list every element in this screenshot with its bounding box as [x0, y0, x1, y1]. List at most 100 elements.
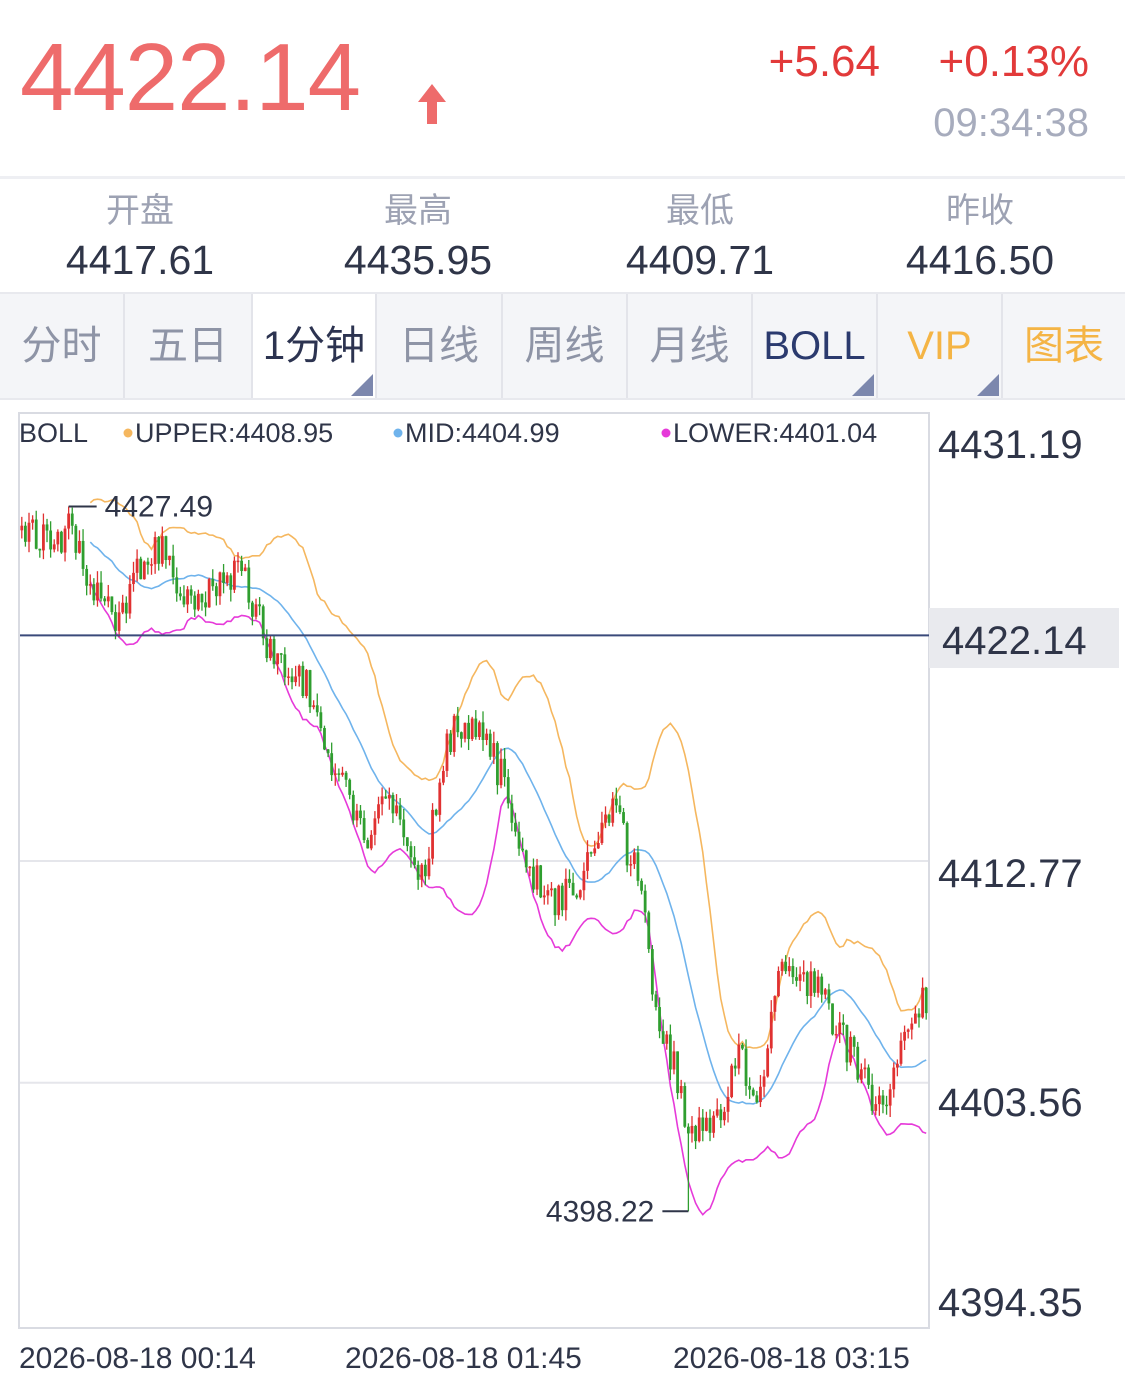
candle-body: [423, 864, 427, 877]
candle: [737, 1033, 741, 1075]
tab-weekly[interactable]: 周线: [503, 294, 628, 398]
candle-body: [888, 1089, 892, 1106]
candle-body: [366, 840, 370, 849]
candle-body: [906, 1029, 910, 1032]
candle: [723, 1106, 726, 1126]
stat-high-value: 4435.95: [343, 237, 493, 284]
candle: [535, 858, 539, 896]
candle-body: [38, 548, 42, 551]
candle-body: [514, 822, 517, 832]
candle: [823, 988, 827, 1000]
candle-body: [279, 653, 283, 655]
candle: [571, 872, 575, 896]
candle-body: [802, 972, 806, 975]
candle: [150, 558, 153, 575]
candle-body: [510, 803, 514, 823]
candle-body: [20, 525, 24, 531]
candle-body: [582, 870, 586, 891]
candle: [791, 958, 795, 985]
candle-body: [683, 1086, 687, 1127]
candle: [211, 569, 215, 591]
candle: [506, 769, 510, 809]
candle-body: [586, 852, 589, 871]
candle: [67, 506, 71, 540]
tab-intraday[interactable]: 分时: [0, 294, 125, 398]
candle-body: [294, 676, 298, 683]
candle: [560, 882, 564, 917]
stat-open-value: 4417.61: [65, 237, 215, 284]
candle: [849, 1031, 852, 1066]
candle: [355, 803, 359, 828]
candle-body: [867, 1067, 870, 1085]
candle: [802, 960, 806, 982]
candle-body: [178, 593, 182, 597]
candle: [838, 1011, 842, 1044]
candle: [719, 1103, 723, 1129]
candle-body: [409, 846, 413, 858]
candle: [146, 557, 150, 575]
tab-monthly[interactable]: 月线: [628, 294, 753, 398]
candle: [24, 521, 27, 547]
legend-lower: LOWER:4401.04: [673, 418, 877, 448]
candle: [676, 1051, 679, 1100]
candle: [892, 1062, 896, 1098]
candle: [795, 967, 798, 987]
candle-body: [532, 866, 535, 890]
candle: [564, 868, 568, 921]
candle: [910, 1017, 914, 1040]
candle: [265, 629, 269, 663]
candle: [650, 944, 654, 1001]
candle-body: [481, 722, 485, 740]
candle-body: [503, 758, 507, 778]
candle: [49, 521, 53, 558]
candle: [214, 582, 218, 606]
candle: [831, 1003, 834, 1036]
candle: [438, 778, 442, 822]
candle: [697, 1106, 701, 1143]
candle-body: [384, 796, 388, 799]
candle-body: [665, 1034, 669, 1044]
candle-body: [647, 912, 651, 950]
candle: [474, 710, 478, 740]
tab-boll[interactable]: BOLL: [753, 294, 878, 398]
candle-body: [31, 519, 35, 523]
boll-mid-band: [89, 541, 927, 1105]
candle: [312, 700, 316, 710]
candle: [434, 808, 438, 817]
tab-1-minute[interactable]: 1分钟: [253, 294, 377, 398]
candle: [398, 798, 402, 826]
tab-daily[interactable]: 日线: [377, 294, 503, 398]
candle-body: [838, 1022, 842, 1034]
candle-body: [816, 976, 820, 993]
dropdown-corner-icon: [351, 374, 373, 396]
candle-body: [114, 612, 117, 631]
candle-body: [351, 794, 355, 821]
kline-chart[interactable]: 4427.49 4398.22 BOLL UPPER:4408.95 MID:44…: [0, 396, 1125, 1376]
candle: [640, 878, 643, 895]
candle-body: [297, 665, 301, 677]
legend-mid-dot: [393, 428, 403, 438]
candle: [885, 1095, 888, 1115]
candle-body: [766, 1048, 770, 1077]
candle-body: [787, 966, 791, 972]
stat-prev-close-label: 昨收: [946, 192, 1014, 230]
candle: [813, 968, 816, 997]
candle: [499, 748, 503, 789]
candle: [52, 539, 56, 553]
candle-body: [557, 885, 561, 916]
candle: [575, 893, 579, 900]
candle: [539, 864, 543, 899]
candle-body: [196, 593, 200, 610]
candle-body: [899, 1040, 903, 1064]
candle: [56, 529, 60, 552]
tab-chart-settings[interactable]: 图表: [1003, 294, 1125, 398]
tab-five-day[interactable]: 五日: [125, 294, 253, 398]
candle-body: [913, 1013, 917, 1024]
candle: [647, 910, 651, 953]
candle: [629, 855, 633, 877]
tab-vip[interactable]: VIP: [878, 294, 1003, 398]
candle: [333, 763, 337, 786]
candle-body: [539, 865, 543, 898]
candle-body: [45, 524, 49, 531]
candle-body: [459, 732, 463, 739]
